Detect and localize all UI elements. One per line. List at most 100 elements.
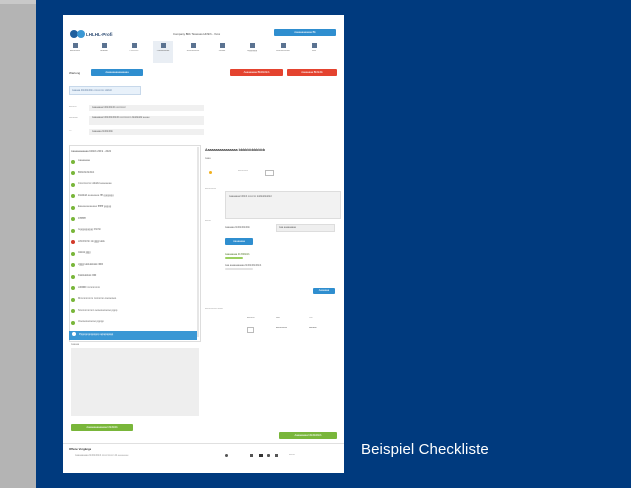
status-ok-icon [71,217,75,221]
nav-item-5[interactable]: Eeeeeeeeee [183,41,203,63]
checklist-item[interactable]: Cccccccccc ddddd eeeeeeee [71,181,189,189]
app-screenshot: LHLHL-Profi Company Bbb Tsssssss Hhhhh -… [63,15,344,473]
field-value[interactable]: Aaaaaaaa bbbbbbbbbbbb ccccccccc dddddddd… [89,116,204,125]
table-header-cell: Aaaaaa [247,317,255,319]
checklist-item-label: Mmmmmmm nnnnnnn oooooooo [78,297,117,300]
footer-icon-4[interactable] [267,454,270,457]
nav-icon [131,43,137,48]
checklist-item[interactable]: Eeeeeeeeeeeee ffffffff ggggg [71,204,189,212]
checklist-item-label: Iiiiiiiiiiii jjjjjjjj [78,251,91,254]
status-ok-icon [71,309,75,313]
footer-icon-1[interactable] [225,454,228,457]
field-value[interactable]: Aaaaaaa bbbbbbbb [89,129,204,135]
nav-label: Eeeeeeeeee [186,50,200,52]
right-status-1: Aaaaaaaaa bb Bbbbbb [225,253,250,256]
status-ok-icon [71,320,75,325]
checklist-item-label: Dddddd eeeeeeee ffff ggggggg [78,193,114,197]
field-label: Bbbbbbb [69,117,78,119]
status-ok-icon [71,297,75,302]
right-status-2: Aaa aaaaaaaaaaa bbbbbbbbbbbb [225,264,262,267]
table-header-cell: Bbb [276,317,280,319]
footer-icon-3[interactable] [259,454,263,457]
field-label: Aaaaaa [69,106,77,108]
header-button[interactable]: Aaaaaaaaaaaa Bb [274,29,336,36]
nav-icon [160,43,166,48]
status-ok-icon [71,205,75,210]
checklist-item[interactable]: Ffffffffff [71,216,189,224]
toolbar-red-button-2[interactable]: Aaaaaaaa Bbbbbb [287,69,337,76]
footer-divider [63,443,344,444]
right-status-1-bar [225,257,243,259]
footer-icon-5[interactable] [275,454,278,457]
checklist-item[interactable]: Pppppppppppppp qqqqqqqqq [69,330,197,340]
nav-icon [72,43,78,48]
checklist-item-label: Bbbbbbbbbbb [78,170,95,174]
right-desc-label: Aaaaaaaaa [205,188,217,190]
right-blue-button[interactable]: Aaaaaaaa [225,238,253,245]
status-ok-icon [71,263,75,267]
checklist-item[interactable]: Nnnnnnnnnnn ooooooooooo pppp [71,308,189,316]
right-small-label: Aaaaaaaa [238,170,248,172]
checklist-item[interactable]: Oooooooooooo ppppp [71,319,189,327]
checklist-item[interactable]: Kkkkkkkkkk lllllll [71,273,189,281]
nav-item-6[interactable]: Ffffffffff [212,41,232,63]
info-banner: Aaaaaa bbbbbbbbb ccccccccc ddddd [69,86,141,95]
right-small-blue-button[interactable]: Aaaaaaa [313,288,335,294]
right-table-checkbox[interactable] [247,327,254,333]
checklist-item[interactable]: Bbbbbbbbbbb [71,170,189,178]
nav-item-8[interactable]: Hhhhhhhhhhh [273,41,293,63]
nav-item-2[interactable]: Bbbbbb [94,41,114,63]
checklist-scrollbar[interactable] [197,147,199,337]
nav-item-7[interactable]: Gggggggg [242,41,262,63]
checklist-item-label: Kkkkkkkkkk lllllll [78,274,97,277]
field-value[interactable]: Aaaaaaaa bbbbbbbbb cccccccc [89,105,204,111]
table-cell: Aaaaaaaaa [276,327,288,329]
checklist-item[interactable]: Lllllllllllll mmmmmm [71,285,189,293]
toolbar-primary-button[interactable]: Aaaaaaaaaaaaaaaa [91,69,143,76]
nav-label: Hhhhhhhhhhh [276,50,290,52]
checklist-item[interactable]: Gggggggggg hhhhh [71,227,189,235]
footer-icon-2[interactable] [250,454,253,457]
notes-textarea[interactable] [71,348,199,416]
checklist-item[interactable]: Aaaaaaaa [71,158,189,166]
nav-label: Aaaaaaaa [70,50,80,52]
toolbar-label: Wartung [69,71,81,75]
nav-item-3[interactable]: Cccccccc [124,41,144,63]
right-field-input[interactable]: Aaa aaaaaaaaa [276,224,335,232]
right-small-toggle[interactable] [265,170,274,176]
checklist-item[interactable]: Iiiiiiiiiiii jjjjjjjj [71,250,189,258]
nav-item-4[interactable]: Dddddddddd [153,41,173,63]
status-ok-icon [71,251,75,256]
caption: Beispiel Checkliste [361,441,489,458]
toolbar-red-button-1[interactable]: Aaaaaaaaa Bbbbbbbb [230,69,283,76]
nav-item-1[interactable]: Aaaaaaaa [65,41,85,63]
nav-item-9[interactable]: Iiiiiiii [304,41,324,63]
right-subtitle: Aaaa [205,157,211,160]
nav-label: Iiiiiiii [311,50,316,52]
status-ok-icon [71,228,75,233]
bottom-green-button[interactable]: Aaaaaaaaa bbbbbbbbb [279,432,337,439]
nav-icon [219,43,225,48]
table-cell: Bbbbbb [309,327,317,329]
checklist-item[interactable]: Hhhhhhhh iiiii jjjjjjjj kkkk [71,239,189,247]
left-green-button[interactable]: Aaaaaaaaaaaaaa bbbbbbb [71,424,133,431]
checklist-item-label: Hhhhhhhh iiiii jjjjjjjj kkkk [78,239,105,243]
status-ok-icon [71,171,75,175]
checklist-item[interactable]: Jjjjjjjjj kkkkkkkkkk llllllll [71,262,189,270]
checklist-item-label: Jjjjjjjjj kkkkkkkkkk llllllll [78,262,103,266]
right-title: Aaaaaaaaaaaaaaaa bbbbbbbbbbbb [205,148,265,152]
checklist-item-label: Nnnnnnnnnnn ooooooooooo pppp [78,308,118,312]
footer-label: Offene Vorgänge [69,447,92,451]
checklist-item[interactable]: Mmmmmmm nnnnnnn oooooooo [71,296,189,304]
checklist-item-label: Oooooooooooo ppppp [78,320,104,323]
header-title: Company Bbb Tsssssss Hhhhh - Xxxx [173,32,221,36]
status-icon [209,171,212,174]
checklist-item[interactable]: Dddddd eeeeeeee ffff ggggggg [71,193,189,201]
right-field-label: Aaaaa [205,220,212,222]
checklist-item-label: Eeeeeeeeeeeee ffffffff ggggg [78,205,112,208]
status-ok-icon [71,182,75,187]
nav-label: Ffffffffff [218,50,226,52]
footer-right-text: Aaaaa [289,454,296,456]
right-desc-textarea[interactable]: Aaaaaaaa bbbbb ccccccc ddddddddddd [225,191,341,219]
nav-label: Gggggggg [246,50,258,52]
